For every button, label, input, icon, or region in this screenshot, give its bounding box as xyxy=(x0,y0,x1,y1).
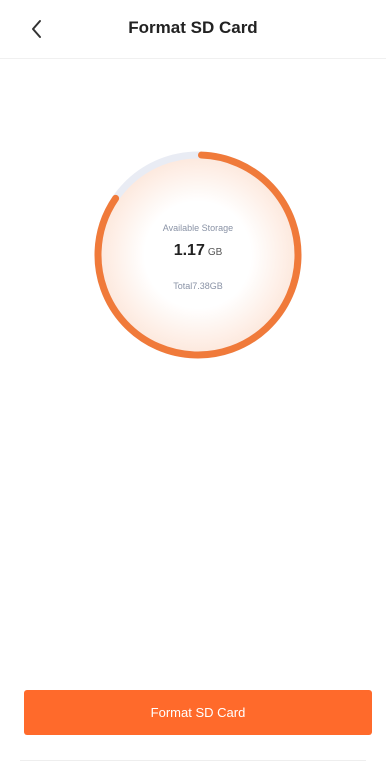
bottom-divider xyxy=(20,760,366,761)
storage-ring: Available Storage 1.17 GB Total7.38GB xyxy=(93,150,303,360)
total-storage-label: Total7.38GB xyxy=(173,281,223,291)
available-storage-unit: GB xyxy=(207,247,223,258)
header-bar: Format SD Card xyxy=(0,0,386,59)
page-title: Format SD Card xyxy=(128,18,258,37)
available-storage-label: Available Storage xyxy=(162,223,234,233)
ring-center: Available Storage 1.17 GB Total7.38GB xyxy=(93,150,303,360)
available-storage-value: 1.17 GB xyxy=(93,242,303,260)
available-storage-number: 1.17 xyxy=(173,242,205,259)
format-sd-card-screen: Format SD Card Available Storage 1.17 GB … xyxy=(0,0,386,766)
format-sd-card-button[interactable]: Format SD Card xyxy=(24,690,372,735)
